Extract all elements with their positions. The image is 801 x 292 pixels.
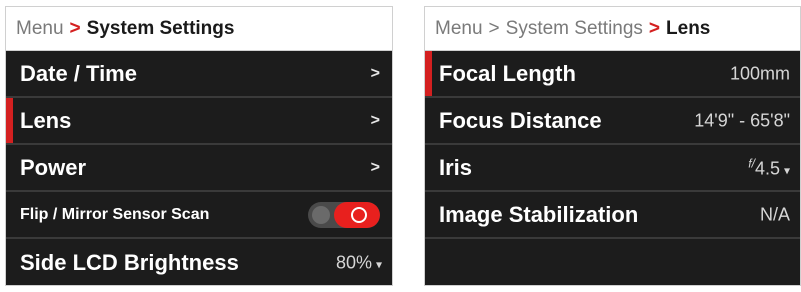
lens-item-label: Iris	[439, 154, 473, 180]
breadcrumb: Menu > System Settings	[6, 7, 392, 51]
focus-distance-value: 14'9" - 65'8"	[694, 110, 790, 130]
breadcrumb-menu[interactable]: Menu	[16, 18, 64, 40]
menu-item-date-time[interactable]: Date / Time >	[6, 51, 392, 98]
breadcrumb-current: System Settings	[86, 17, 235, 39]
lens-item-iris[interactable]: Iris f/4.5 ▾	[425, 145, 800, 192]
flip-mirror-toggle[interactable]	[308, 201, 380, 228]
lens-item-image-stabilization[interactable]: Image Stabilization N/A	[425, 192, 800, 239]
breadcrumb-menu[interactable]: Menu	[435, 18, 483, 40]
dropdown-arrow-icon: ▾	[375, 257, 382, 271]
focal-length-value: 100mm	[729, 63, 790, 83]
chevron-right-icon: >	[370, 64, 380, 82]
breadcrumb-system-settings[interactable]: System Settings	[506, 18, 643, 40]
iris-value-text: 4.5	[754, 158, 780, 178]
breadcrumb-separator: >	[488, 17, 500, 39]
iris-value[interactable]: f/4.5 ▾	[748, 156, 790, 179]
lens-item-label: Focal Length	[439, 60, 576, 86]
breadcrumb: Menu > System Settings > Lens	[425, 7, 800, 51]
chevron-right-icon: >	[370, 111, 380, 129]
menu-item-label: Date / Time	[20, 60, 137, 86]
iris-f-prefix: f/	[748, 156, 755, 170]
image-stabilization-value: N/A	[759, 204, 790, 224]
toggle-on-track	[334, 201, 380, 228]
selection-indicator	[425, 51, 432, 96]
menu-item-side-lcd-brightness[interactable]: Side LCD Brightness 80% ▾	[6, 239, 392, 285]
breadcrumb-current: Lens	[666, 17, 711, 39]
toggle-on-icon	[351, 206, 367, 223]
system-settings-panel: Menu > System Settings Date / Time > Len…	[5, 6, 393, 286]
lens-item-focal-length[interactable]: Focal Length 100mm	[425, 51, 800, 98]
lens-item-focus-distance[interactable]: Focus Distance 14'9" - 65'8"	[425, 98, 800, 145]
lens-item-label: Focus Distance	[439, 107, 602, 133]
dropdown-arrow-icon: ▾	[783, 163, 790, 177]
breadcrumb-separator: >	[69, 17, 81, 39]
brightness-value-text: 80%	[335, 252, 372, 272]
menu-item-lens[interactable]: Lens >	[6, 98, 392, 145]
lens-settings-panel: Menu > System Settings > Lens Focal Leng…	[424, 6, 801, 286]
menu-item-flip-mirror: Flip / Mirror Sensor Scan	[6, 192, 392, 239]
brightness-value[interactable]: 80% ▾	[336, 252, 382, 273]
selection-indicator	[6, 98, 13, 143]
chevron-right-icon: >	[370, 158, 380, 176]
menu-item-label: Power	[20, 154, 87, 180]
lens-item-label: Image Stabilization	[439, 201, 639, 227]
menu-item-label: Lens	[20, 107, 72, 133]
toggle-off-knob	[312, 205, 330, 224]
empty-area	[425, 239, 800, 283]
menu-item-power[interactable]: Power >	[6, 145, 392, 192]
breadcrumb-separator-active: >	[648, 17, 661, 39]
menu-item-label: Flip / Mirror Sensor Scan	[20, 205, 210, 223]
menu-item-label: Side LCD Brightness	[20, 249, 239, 275]
